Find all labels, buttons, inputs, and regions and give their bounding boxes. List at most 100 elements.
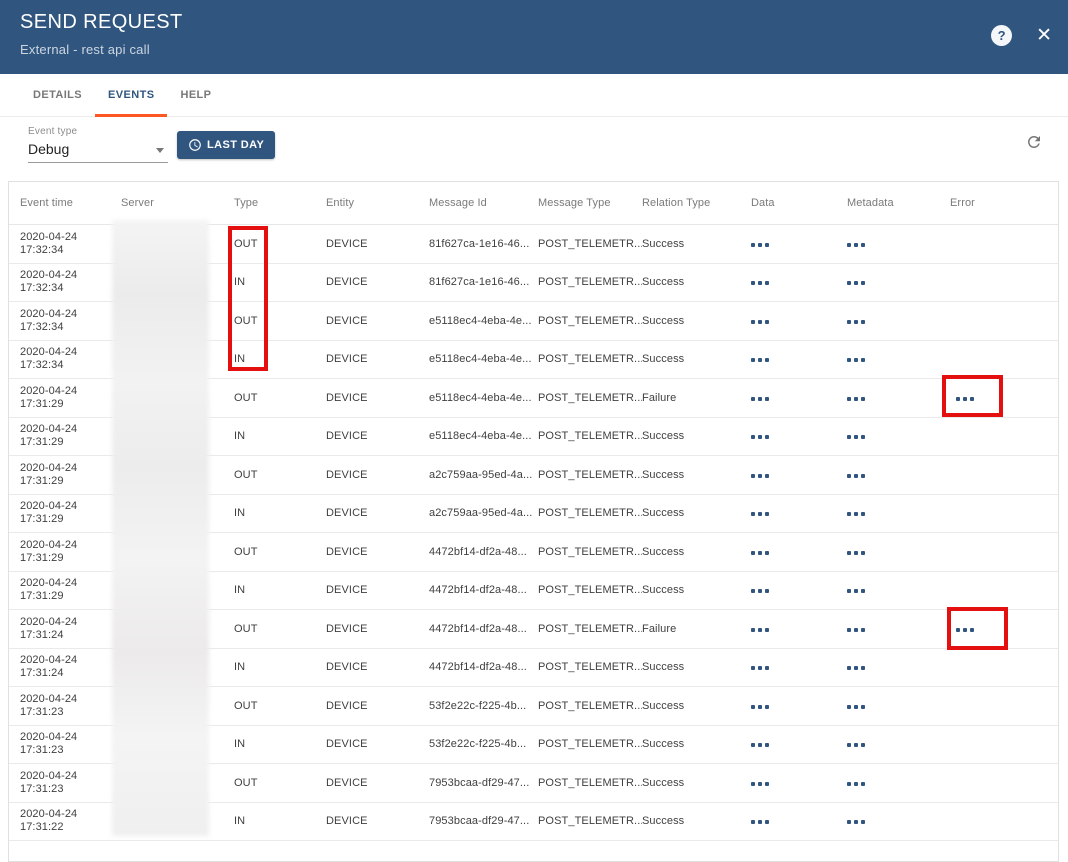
dot: [854, 666, 858, 671]
data-dots-button[interactable]: [751, 779, 769, 789]
tab-events[interactable]: EVENTS: [95, 74, 168, 117]
data-cell: [751, 430, 847, 442]
data-dots-button[interactable]: [751, 740, 769, 750]
event-time-line: 17:31:23: [20, 782, 64, 795]
metadata-dots-button[interactable]: [847, 394, 865, 404]
table-row: 2020-04-24 17:31:24 IN DEVICE 4472bf14-df2a-…: [9, 649, 1058, 687]
message-type-cell: POST_TELEMETR...: [538, 699, 642, 712]
message-id-cell: 53f2e22c-f225-4b...: [429, 699, 527, 712]
dot: [751, 666, 755, 671]
data-dots-button[interactable]: [751, 317, 769, 327]
data-dots-button[interactable]: [751, 471, 769, 481]
event-time-cell: 2020-04-24 17:31:23: [20, 693, 121, 719]
metadata-dots-button[interactable]: [847, 240, 865, 250]
dot: [758, 743, 762, 748]
dot: [765, 627, 769, 632]
close-icon[interactable]: ✕: [1036, 26, 1052, 45]
relation-type-cell: Success: [642, 314, 685, 327]
message-id-cell: 7953bcaa-df29-47...: [429, 776, 530, 789]
dot: [765, 435, 769, 440]
data-dots-button[interactable]: [751, 355, 769, 365]
metadata-cell: [847, 700, 950, 712]
tab-details[interactable]: DETAILS: [20, 74, 95, 116]
metadata-dots-button[interactable]: [847, 317, 865, 327]
data-dots-button[interactable]: [751, 432, 769, 442]
dot: [861, 589, 865, 594]
data-dots-button[interactable]: [751, 278, 769, 288]
metadata-dots-button[interactable]: [847, 548, 865, 558]
refresh-button[interactable]: [1024, 133, 1044, 153]
event-type-select[interactable]: Event type Debug: [28, 126, 168, 163]
dot: [847, 512, 851, 517]
table-row: 2020-04-24 17:32:34 IN DEVICE e5118ec4-4eba-…: [9, 341, 1058, 379]
event-time-cell: 2020-04-24 17:31:29: [20, 462, 121, 488]
relation-type-cell: Success: [642, 353, 685, 366]
dot: [861, 435, 865, 440]
type-cell: OUT: [234, 468, 258, 481]
metadata-dots-button[interactable]: [847, 278, 865, 288]
dot: [861, 666, 865, 671]
message-id-cell: 81f627ca-1e16-46...: [429, 276, 530, 289]
metadata-dots-button[interactable]: [847, 817, 865, 827]
metadata-dots-button[interactable]: [847, 625, 865, 635]
data-dots-button[interactable]: [751, 702, 769, 712]
event-time-line: 17:32:34: [20, 359, 64, 372]
event-time-cell: 2020-04-24 17:31:29: [20, 385, 121, 411]
event-time-cell: 2020-04-24 17:31:24: [20, 654, 121, 680]
error-dots-button[interactable]: [956, 394, 974, 404]
metadata-dots-button[interactable]: [847, 702, 865, 712]
data-dots-button[interactable]: [751, 663, 769, 673]
dot: [765, 589, 769, 594]
entity-cell: DEVICE: [326, 314, 368, 327]
metadata-dots-button[interactable]: [847, 509, 865, 519]
metadata-dots-button[interactable]: [847, 471, 865, 481]
dot: [758, 550, 762, 555]
metadata-dots-button[interactable]: [847, 432, 865, 442]
dot: [758, 319, 762, 324]
event-time-cell: 2020-04-24 17:31:29: [20, 423, 121, 449]
metadata-cell: [847, 777, 950, 789]
data-dots-button[interactable]: [751, 625, 769, 635]
dot: [758, 781, 762, 786]
entity-cell: DEVICE: [326, 430, 368, 443]
data-dots-button[interactable]: [751, 509, 769, 519]
data-dots-button[interactable]: [751, 817, 769, 827]
dot: [847, 358, 851, 363]
metadata-dots-button[interactable]: [847, 779, 865, 789]
message-id-cell: e5118ec4-4eba-4e...: [429, 353, 532, 366]
event-time-line: 17:31:24: [20, 667, 64, 680]
event-time-line: 17:31:22: [20, 821, 64, 834]
entity-cell: DEVICE: [326, 661, 368, 674]
data-dots-button[interactable]: [751, 548, 769, 558]
error-dots-button[interactable]: [956, 625, 974, 635]
metadata-dots-button[interactable]: [847, 586, 865, 596]
dot: [758, 820, 762, 825]
dot: [854, 473, 858, 478]
message-type-cell: POST_TELEMETR...: [538, 353, 642, 366]
metadata-dots-button[interactable]: [847, 663, 865, 673]
clock-icon: [189, 139, 201, 151]
event-time-line: 2020-04-24: [20, 307, 78, 320]
event-time-line: 17:31:24: [20, 628, 64, 641]
event-time-line: 2020-04-24: [20, 461, 78, 474]
metadata-dots-button[interactable]: [847, 355, 865, 365]
help-icon[interactable]: ?: [991, 25, 1013, 46]
relation-type-cell: Success: [642, 661, 685, 674]
dot: [751, 473, 755, 478]
event-time-line: 2020-04-24: [20, 769, 78, 782]
metadata-dots-button[interactable]: [847, 740, 865, 750]
dot: [847, 781, 851, 786]
relation-type-cell: Success: [642, 545, 685, 558]
dot: [765, 666, 769, 671]
entity-cell: DEVICE: [326, 507, 368, 520]
event-time-line: 2020-04-24: [20, 500, 78, 513]
data-dots-button[interactable]: [751, 394, 769, 404]
event-time-line: 2020-04-24: [20, 384, 78, 397]
tab-help[interactable]: HELP: [167, 74, 224, 116]
time-range-button[interactable]: LAST DAY: [177, 131, 276, 159]
entity-cell: DEVICE: [326, 738, 368, 751]
data-dots-button[interactable]: [751, 240, 769, 250]
data-dots-button[interactable]: [751, 586, 769, 596]
relation-type-cell: Success: [642, 815, 685, 828]
event-time-cell: 2020-04-24 17:32:34: [20, 269, 121, 295]
